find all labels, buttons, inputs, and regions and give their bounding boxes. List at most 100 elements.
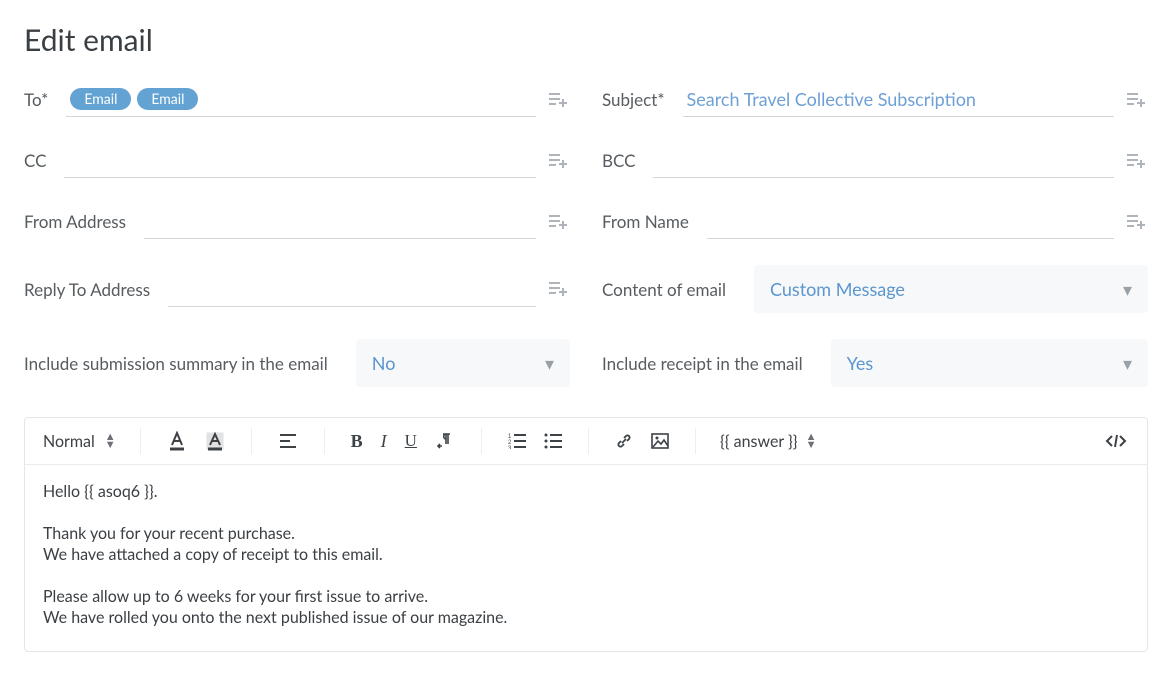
subject-input[interactable]: Search Travel Collective Subscription [683,82,1114,117]
to-input[interactable]: Email Email [66,82,536,117]
chevron-down-icon: ▾ [1123,278,1132,301]
from-name-label: From Name [602,211,689,232]
editor-line: Hello {{ asoq6 }}. [43,481,1129,503]
answer-value: {{ answer }} [720,432,798,451]
to-chip[interactable]: Email [70,88,131,110]
answer-dropdown[interactable]: {{ answer }} ▲▼ [720,432,817,451]
bcc-row: BCC [602,143,1148,178]
toolbar-separator [695,428,696,454]
reply-to-label: Reply To Address [24,279,150,300]
subject-insert-variable-button[interactable] [1124,92,1148,108]
include-receipt-label: Include receipt in the email [602,353,803,374]
heading-dropdown[interactable]: Normal ▲▼ [43,432,116,451]
font-color-button[interactable] [165,429,189,453]
reply-to-input[interactable] [168,272,536,307]
editor-line: Thank you for your recent purchase. [43,523,1129,545]
cc-text[interactable] [68,149,534,171]
bcc-insert-variable-button[interactable] [1124,153,1148,169]
bold-button[interactable]: B [349,429,365,454]
list-add-icon [548,153,568,169]
cc-insert-variable-button[interactable] [546,153,570,169]
content-of-email-value: Custom Message [770,278,905,300]
bcc-input[interactable] [653,143,1114,178]
align-icon [278,433,298,449]
unordered-list-button[interactable] [542,431,564,451]
image-button[interactable] [649,431,671,451]
underline-button[interactable]: U [403,429,419,453]
reply-to-insert-variable-button[interactable] [546,281,570,297]
from-address-label: From Address [24,211,126,232]
toolbar-separator [588,428,589,454]
subject-value: Search Travel Collective Subscription [687,88,1112,110]
editor-line: We have attached a copy of receipt to th… [43,544,1129,566]
highlight-icon [205,431,225,451]
code-icon [1105,433,1127,449]
from-name-input[interactable] [707,204,1114,239]
direction-button[interactable] [433,430,457,452]
to-row: To* Email Email [24,82,570,117]
toolbar-separator [251,428,252,454]
content-of-email-label: Content of email [602,279,726,300]
ordered-list-button[interactable]: 123 [506,431,528,451]
cc-input[interactable] [64,143,536,178]
from-address-row: From Address [24,204,570,239]
to-chip[interactable]: Email [137,88,198,110]
include-summary-value: No [372,352,396,374]
include-receipt-value: Yes [847,352,874,374]
from-name-text[interactable] [711,210,1112,232]
subject-row: Subject* Search Travel Collective Subscr… [602,82,1148,117]
to-label: To* [24,89,48,110]
include-receipt-row: Include receipt in the email Yes ▾ [602,339,1148,387]
editor-toolbar: Normal ▲▼ B I U 123 [25,418,1147,465]
chevron-down-icon: ▾ [545,352,554,375]
reply-to-row: Reply To Address [24,265,570,313]
image-icon [651,433,669,449]
unordered-list-icon [544,433,562,449]
highlight-button[interactable] [203,429,227,453]
from-address-text[interactable] [148,210,534,232]
from-address-input[interactable] [144,204,536,239]
cc-row: CC [24,143,570,178]
link-button[interactable] [613,430,635,452]
editor-line: We have rolled you onto the next publish… [43,607,1129,629]
list-add-icon [1126,214,1146,230]
include-summary-label: Include submission summary in the email [24,353,328,374]
include-receipt-select[interactable]: Yes ▾ [831,339,1148,387]
email-editor: Normal ▲▼ B I U 123 [24,417,1148,652]
editor-line: Please allow up to 6 weeks for your firs… [43,586,1129,608]
list-add-icon [548,281,568,297]
reply-to-text[interactable] [172,278,534,300]
align-button[interactable] [276,431,300,451]
list-add-icon [548,92,568,108]
pilcrow-icon [435,432,455,450]
svg-text:3: 3 [508,446,512,449]
content-of-email-row: Content of email Custom Message ▾ [602,265,1148,313]
from-name-insert-variable-button[interactable] [1124,214,1148,230]
list-add-icon [1126,153,1146,169]
toolbar-separator [140,428,141,454]
content-of-email-select[interactable]: Custom Message ▾ [754,265,1148,313]
from-name-row: From Name [602,204,1148,239]
italic-button[interactable]: I [379,429,389,454]
heading-value: Normal [43,432,95,451]
chevron-down-icon: ▾ [1123,352,1132,375]
code-view-button[interactable] [1103,431,1129,451]
list-add-icon [548,214,568,230]
page-title: Edit email [24,22,1148,58]
link-icon [615,432,633,450]
cc-label: CC [24,150,46,171]
font-color-icon [167,431,187,451]
bcc-label: BCC [602,150,635,171]
include-summary-select[interactable]: No ▾ [356,339,570,387]
toolbar-separator [324,428,325,454]
subject-label: Subject* [602,89,665,110]
to-insert-variable-button[interactable] [546,92,570,108]
list-add-icon [1126,92,1146,108]
ordered-list-icon: 123 [508,433,526,449]
from-address-insert-variable-button[interactable] [546,214,570,230]
editor-body[interactable]: Hello {{ asoq6 }}. Thank you for your rec… [25,465,1147,651]
sort-icon: ▲▼ [105,433,116,449]
bcc-text[interactable] [657,149,1112,171]
toolbar-separator [481,428,482,454]
to-text[interactable] [204,88,534,110]
